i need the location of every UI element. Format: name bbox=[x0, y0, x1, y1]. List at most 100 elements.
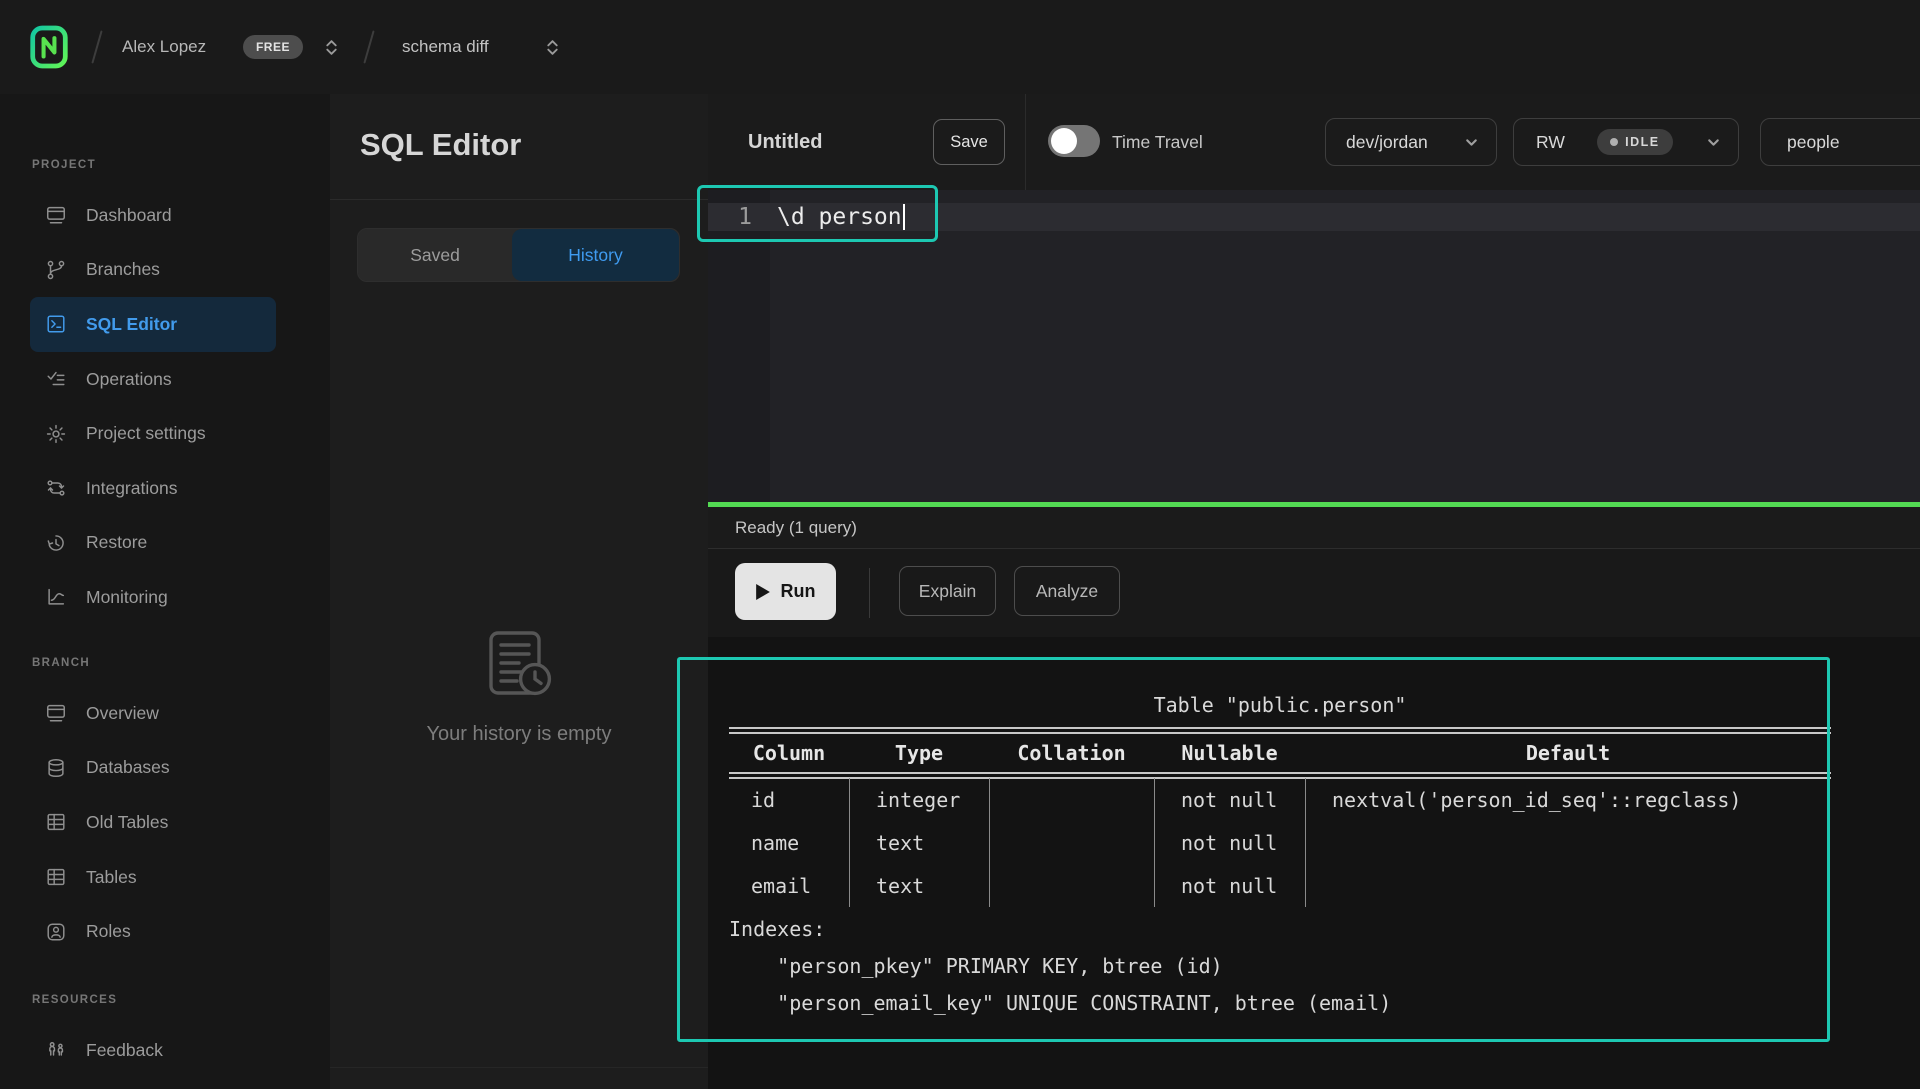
sql-code-editor[interactable]: 1 \d person bbox=[708, 190, 1920, 502]
sidebar-item-label: Monitoring bbox=[86, 587, 168, 608]
roles-icon bbox=[45, 921, 67, 943]
table-cell: text bbox=[849, 821, 989, 864]
chevron-down-icon bbox=[1705, 134, 1722, 151]
sidebar-item-overview[interactable]: Overview bbox=[30, 686, 276, 741]
top-bar: Alex Lopez FREE schema diff bbox=[0, 0, 1920, 95]
branch-select[interactable]: dev/jordan bbox=[1325, 118, 1497, 166]
sidebar-item-label: Dashboard bbox=[86, 205, 172, 226]
sidebar-item-label: Integrations bbox=[86, 478, 177, 499]
page-title: SQL Editor bbox=[360, 127, 521, 163]
status-dot-icon bbox=[1610, 138, 1618, 146]
compute-status-badge: IDLE bbox=[1597, 129, 1672, 155]
sidebar-item-dashboard[interactable]: Dashboard bbox=[30, 188, 276, 243]
history-empty-icon bbox=[481, 627, 557, 707]
query-title: Untitled bbox=[748, 94, 822, 190]
settings-icon bbox=[45, 423, 67, 445]
sidebar-item-label: Tables bbox=[86, 867, 137, 888]
toggle-knob bbox=[1051, 128, 1077, 154]
table-icon bbox=[45, 866, 67, 888]
sidebar-item-label: Roles bbox=[86, 921, 131, 942]
sidebar-item-label: Old Tables bbox=[86, 812, 168, 833]
sidebar-item-label: Databases bbox=[86, 757, 170, 778]
table-row: emailtextnot null bbox=[729, 864, 1831, 907]
operations-icon bbox=[45, 368, 67, 390]
sidebar-item-restore[interactable]: Restore bbox=[30, 516, 276, 571]
sidebar-item-roles[interactable]: Roles bbox=[30, 904, 276, 959]
table-row: idintegernot nullnextval('person_id_seq'… bbox=[729, 778, 1831, 821]
project-selector-chevron-icon[interactable] bbox=[543, 0, 562, 94]
query-results-panel: Table "public.person" ColumnTypeCollatio… bbox=[708, 637, 1920, 1089]
sidebar: PROJECT Dashboard Branches SQL Editor Operat… bbox=[0, 94, 330, 1089]
sidebar-item-tables[interactable]: Tables bbox=[30, 850, 276, 905]
org-selector-chevron-icon[interactable] bbox=[322, 0, 341, 94]
tab-saved[interactable]: Saved bbox=[358, 229, 512, 281]
dashboard-icon bbox=[45, 204, 67, 226]
table-cell: text bbox=[849, 864, 989, 907]
sidebar-section-label: PROJECT bbox=[0, 150, 330, 180]
column-header-default: Default bbox=[1305, 733, 1831, 772]
dashboard-icon bbox=[45, 702, 67, 724]
header-divider bbox=[1025, 94, 1026, 190]
table-cell: not null bbox=[1154, 778, 1305, 821]
sidebar-item-sql-editor[interactable]: SQL Editor bbox=[30, 297, 276, 352]
database-select[interactable]: people bbox=[1760, 118, 1920, 166]
sidebar-item-monitoring[interactable]: Monitoring bbox=[30, 570, 276, 625]
query-workspace: Untitled Save Time Travel dev/jordan RW … bbox=[708, 94, 1920, 1089]
result-table-body: idintegernot nullnextval('person_id_seq'… bbox=[729, 778, 1831, 907]
column-header-nullable: Nullable bbox=[1154, 733, 1305, 772]
neon-logo-icon[interactable] bbox=[30, 0, 68, 94]
play-icon bbox=[756, 584, 770, 600]
index-line: "person_pkey" PRIMARY KEY, btree (id) bbox=[729, 948, 1391, 985]
sidebar-section-branch: BRANCHOverviewDatabasesOld TablesTablesR… bbox=[0, 648, 330, 959]
sidebar-section-label: RESOURCES bbox=[0, 985, 330, 1015]
sidebar-item-databases[interactable]: Databases bbox=[30, 741, 276, 796]
line-code: \d person bbox=[777, 204, 902, 230]
analyze-button[interactable]: Analyze bbox=[1014, 566, 1120, 616]
table-cell bbox=[989, 864, 1154, 907]
tab-history[interactable]: History bbox=[512, 229, 679, 281]
explain-button[interactable]: Explain bbox=[899, 566, 996, 616]
time-travel-toggle[interactable] bbox=[1048, 125, 1100, 157]
table-cell bbox=[989, 778, 1154, 821]
integrations-icon bbox=[45, 477, 67, 499]
table-cell: integer bbox=[849, 778, 989, 821]
sidebar-item-old-tables[interactable]: Old Tables bbox=[30, 795, 276, 850]
run-button[interactable]: Run bbox=[735, 563, 836, 620]
table-cell: nextval('person_id_seq'::regclass) bbox=[1305, 778, 1831, 821]
project-name[interactable]: schema diff bbox=[402, 0, 489, 94]
table-icon bbox=[45, 811, 67, 833]
table-row: nametextnot null bbox=[729, 821, 1831, 864]
result-table-title: Table "public.person" bbox=[729, 690, 1831, 720]
table-cell: not null bbox=[1154, 821, 1305, 864]
result-indexes: Indexes: "person_pkey" PRIMARY KEY, btre… bbox=[729, 911, 1391, 1022]
column-header-column: Column bbox=[729, 733, 849, 772]
plan-badge: FREE bbox=[243, 0, 303, 94]
sidebar-section-resources: RESOURCES Feedback bbox=[0, 985, 330, 1078]
branch-select-value: dev/jordan bbox=[1346, 132, 1428, 153]
neon-console: Alex Lopez FREE schema diff PROJECT Dashb… bbox=[0, 0, 1920, 1089]
branches-icon bbox=[45, 259, 67, 281]
sql-editor-icon bbox=[45, 313, 67, 335]
sidebar-item-label: SQL Editor bbox=[86, 314, 177, 335]
table-cell: email bbox=[729, 864, 849, 907]
sidebar-item-operations[interactable]: Operations bbox=[30, 352, 276, 407]
editor-line[interactable]: 1 \d person bbox=[708, 203, 1920, 231]
result-table-header: ColumnTypeCollationNullableDefault bbox=[729, 733, 1831, 772]
org-name[interactable]: Alex Lopez bbox=[122, 0, 206, 94]
sidebar-item-branches[interactable]: Branches bbox=[30, 243, 276, 298]
line-number: 1 bbox=[708, 204, 752, 230]
breadcrumb-slash bbox=[368, 0, 370, 94]
compute-select[interactable]: RW IDLE bbox=[1513, 118, 1739, 166]
breadcrumb-slash bbox=[96, 0, 98, 94]
editor-status-bar: Ready (1 query) bbox=[708, 507, 1920, 549]
query-toolbar: Run Explain Analyze bbox=[708, 549, 1920, 637]
save-button[interactable]: Save bbox=[933, 119, 1005, 165]
sidebar-item-integrations[interactable]: Integrations bbox=[30, 461, 276, 516]
table-cell bbox=[989, 821, 1154, 864]
sidebar-item-feedback[interactable]: Feedback bbox=[30, 1023, 276, 1078]
sidebar-item-project-settings[interactable]: Project settings bbox=[30, 406, 276, 461]
sidebar-item-label: Feedback bbox=[86, 1040, 163, 1061]
compute-select-value: RW bbox=[1536, 132, 1565, 153]
time-travel-label: Time Travel bbox=[1112, 94, 1203, 190]
databases-icon bbox=[45, 757, 67, 779]
